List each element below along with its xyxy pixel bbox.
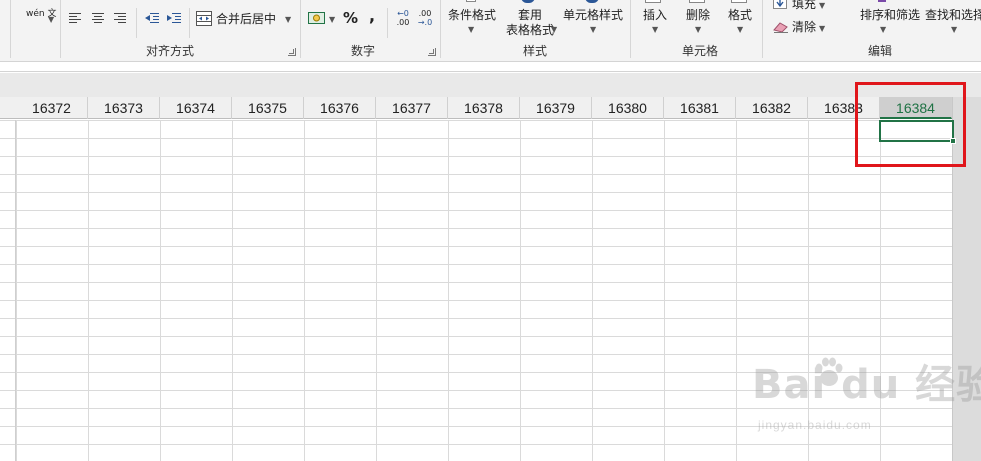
column-header[interactable]: 16378 [448, 97, 520, 119]
find-select-label: 查找和选择 [925, 8, 981, 22]
sheet-top-strip [0, 73, 981, 97]
highlight-annotation-box [855, 82, 966, 167]
delete-button[interactable]: 删除 [683, 8, 713, 22]
fill-button[interactable]: 填充 [792, 0, 816, 11]
format-as-table-icon [521, 0, 535, 3]
increase-indent-icon[interactable] [166, 12, 182, 24]
delete-dropdown-arrow[interactable]: ▼ [695, 26, 701, 34]
phonetic-dropdown-arrow[interactable]: ▼ [48, 16, 54, 24]
ribbon-separator [300, 0, 301, 58]
cells-group-label: 单元格 [681, 44, 718, 58]
ribbon-separator [10, 0, 11, 58]
sort-filter-dropdown-arrow[interactable]: ▼ [880, 26, 886, 34]
find-select-button[interactable]: 查找和选择 [925, 8, 981, 22]
percent-style-button[interactable]: % [343, 9, 359, 27]
align-center-icon[interactable] [91, 12, 105, 24]
column-header[interactable]: 16375 [232, 97, 304, 119]
format-cells-icon [731, 0, 747, 3]
insert-cells-icon [645, 0, 661, 3]
decrease-decimal-top: .00 [418, 9, 432, 18]
cell-styles-button[interactable]: 单元格样式 [561, 8, 625, 22]
paw-icon [815, 357, 843, 386]
insert-button[interactable]: 插入 [640, 8, 670, 22]
phonetic-guide-button[interactable]: wén 文 [26, 10, 56, 19]
column-header[interactable]: 16376 [304, 97, 376, 119]
watermark-url: jingyan.baidu.com [758, 418, 872, 432]
clear-dropdown-arrow[interactable]: ▼ [819, 25, 825, 33]
merge-center-dropdown-arrow[interactable]: ▼ [285, 16, 291, 24]
formula-bar[interactable] [0, 63, 981, 72]
cell-styles-label: 单元格样式 [562, 8, 623, 22]
alignment-group-label: 对齐方式 [145, 44, 194, 58]
clear-label: 清除 [792, 20, 817, 34]
fill-dropdown-arrow[interactable]: ▼ [819, 2, 825, 10]
format-label: 格式 [727, 8, 752, 22]
editing-group-label: 编辑 [867, 44, 892, 58]
sort-filter-button[interactable]: 排序和筛选 [860, 8, 920, 22]
ribbon-separator [60, 0, 61, 58]
percent-label: % [343, 9, 359, 27]
increase-decimal-button[interactable]: ←0 .00 [394, 9, 412, 27]
conditional-format-icon [466, 0, 476, 2]
cell-styles-dropdown-arrow[interactable]: ▼ [590, 26, 596, 34]
sort-filter-icon [878, 0, 886, 2]
clear-button[interactable]: 清除 [792, 20, 816, 34]
ribbon-separator [440, 0, 441, 58]
fill-down-icon [773, 0, 787, 9]
column-header[interactable]: 16372 [16, 97, 88, 119]
styles-group-label: 样式 [522, 44, 547, 58]
column-header[interactable]: 16374 [160, 97, 232, 119]
merge-center-icon[interactable] [196, 11, 212, 26]
delete-cells-icon [689, 0, 705, 3]
increase-decimal-bottom: .00 [396, 18, 410, 27]
format-button[interactable]: 格式 [725, 8, 755, 22]
eraser-icon [773, 22, 788, 33]
decrease-indent-icon[interactable] [144, 12, 160, 24]
ribbon-separator [189, 8, 190, 38]
fill-label: 填充 [792, 0, 817, 11]
ribbon: wén 文 ▼ 合并后居中 ▼ 对齐方式 ▼ % , ←0 .00 .00 →.… [0, 0, 981, 62]
format-table-line1: 套用 [517, 8, 542, 22]
number-group-label: 数字 [350, 44, 375, 58]
column-header[interactable]: 16380 [592, 97, 664, 119]
accounting-format-dropdown-arrow[interactable]: ▼ [329, 16, 335, 24]
increase-decimal-top: ←0 [397, 9, 409, 18]
comma-label: , [369, 6, 376, 25]
ribbon-separator [762, 0, 763, 58]
conditional-format-dropdown-arrow[interactable]: ▼ [468, 26, 474, 34]
sort-filter-label: 排序和筛选 [860, 8, 921, 22]
alignment-dialog-launcher-icon[interactable] [288, 48, 296, 56]
insert-label: 插入 [642, 8, 667, 22]
ribbon-separator [136, 8, 137, 38]
column-header[interactable]: 16373 [88, 97, 160, 119]
column-header[interactable]: 16382 [736, 97, 808, 119]
row-header-strip[interactable] [0, 120, 16, 461]
format-as-table-dropdown-arrow[interactable]: ▼ [551, 26, 557, 34]
format-dropdown-arrow[interactable]: ▼ [737, 26, 743, 34]
merge-center-label: 合并后居中 [216, 12, 277, 26]
column-header[interactable]: 16379 [520, 97, 592, 119]
accounting-format-icon[interactable] [308, 10, 326, 26]
insert-dropdown-arrow[interactable]: ▼ [652, 26, 658, 34]
find-select-dropdown-arrow[interactable]: ▼ [951, 26, 957, 34]
number-dialog-launcher-icon[interactable] [428, 48, 436, 56]
baidu-jingyan-watermark: Bai du 经验 jingyan.baidu.com [752, 352, 981, 442]
merge-center-button[interactable]: 合并后居中 [216, 12, 276, 26]
delete-label: 删除 [685, 8, 710, 22]
ribbon-separator [387, 8, 388, 38]
decrease-decimal-bottom: →.0 [417, 18, 433, 27]
column-header[interactable]: 16377 [376, 97, 448, 119]
conditional-format-label: 条件格式 [447, 8, 496, 22]
conditional-format-button[interactable]: 条件格式 [446, 8, 498, 22]
decrease-decimal-button[interactable]: .00 →.0 [416, 9, 434, 27]
column-header[interactable]: 16381 [664, 97, 736, 119]
align-left-icon[interactable] [68, 12, 82, 24]
watermark-logo-text: Bai du 经验 [752, 362, 981, 408]
align-right-icon[interactable] [113, 12, 127, 24]
column-header-row: 16372 16373 16374 16375 16376 16377 16378 16379… [0, 97, 952, 119]
ribbon-separator [630, 0, 631, 58]
comma-style-button[interactable]: , [369, 6, 376, 25]
cell-styles-icon [585, 0, 599, 3]
